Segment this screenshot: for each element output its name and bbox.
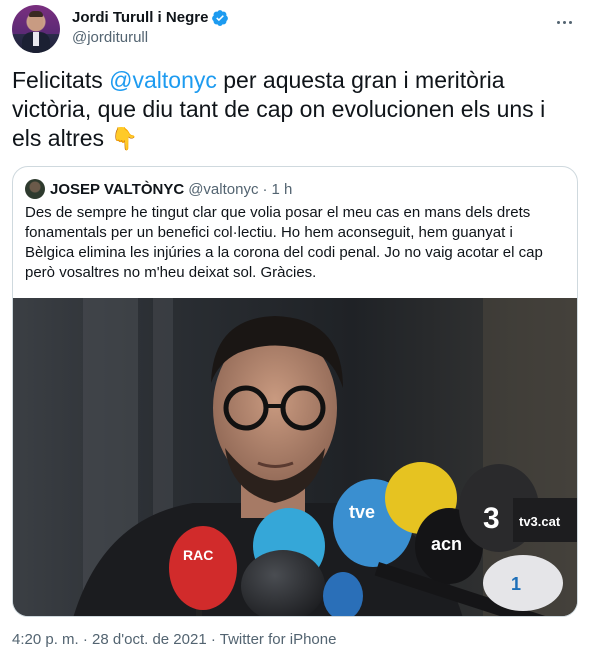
quoted-author-avatar: [25, 179, 45, 199]
author-avatar[interactable]: [12, 5, 60, 53]
tweet-time[interactable]: 4:20 p. m.: [12, 631, 79, 648]
mic-label-tv3: 3: [483, 502, 500, 535]
author-display-name[interactable]: Jordi Turull i Negre: [72, 8, 229, 28]
quoted-separator: ·: [262, 180, 268, 198]
author-handle[interactable]: @jorditurull: [72, 28, 229, 48]
quoted-timestamp: 1 h: [271, 180, 293, 198]
mic-label-tv3cat: tv3.cat: [519, 514, 561, 529]
quoted-tweet-header: JOSEP VALTÒNYC @valtonyc · 1 h: [25, 179, 292, 199]
verified-badge-icon: [212, 10, 229, 26]
tweet-header: Jordi Turull i Negre @jorditurull: [12, 4, 580, 60]
press-photo: RAC tve acn 3 tv3.cat 1: [13, 298, 577, 616]
quoted-tweet-text: Des de sempre he tingut clar que volia p…: [25, 204, 543, 281]
footer-separator: ·: [206, 631, 220, 648]
mic-label-acn: acn: [431, 534, 462, 554]
tweet-date[interactable]: 28 d'oct. de 2021: [92, 631, 207, 648]
tweet-footer: 4:20 p. m. · 28 d'oct. de 2021 · Twitter…: [12, 630, 336, 650]
footer-separator: ·: [78, 631, 93, 648]
quoted-tweet-card[interactable]: JOSEP VALTÒNYC @valtonyc · 1 h Des de se…: [12, 166, 578, 617]
tweet-text: Felicitats @valtonyc per aquesta gran i …: [12, 66, 572, 153]
mic-label-catradio: 1: [511, 574, 521, 594]
quoted-author-name: JOSEP VALTÒNYC: [50, 180, 185, 198]
tweet-mention-link[interactable]: @valtonyc: [109, 67, 217, 93]
author-display-name-text[interactable]: Jordi Turull i Negre: [72, 8, 208, 28]
quoted-tweet-photo[interactable]: RAC tve acn 3 tv3.cat 1: [13, 298, 577, 616]
more-options-icon[interactable]: [552, 10, 576, 34]
mic-label-tve: tve: [349, 502, 375, 522]
pointing-down-emoji-icon: 👇: [110, 126, 138, 151]
mic-label-rac: RAC: [183, 547, 213, 563]
tweet-text-part: Felicitats: [12, 67, 110, 93]
quoted-author-handle: @valtonyc: [188, 180, 259, 198]
tweet-source-link[interactable]: Twitter for iPhone: [220, 631, 337, 648]
author-names: Jordi Turull i Negre @jorditurull: [72, 8, 229, 48]
